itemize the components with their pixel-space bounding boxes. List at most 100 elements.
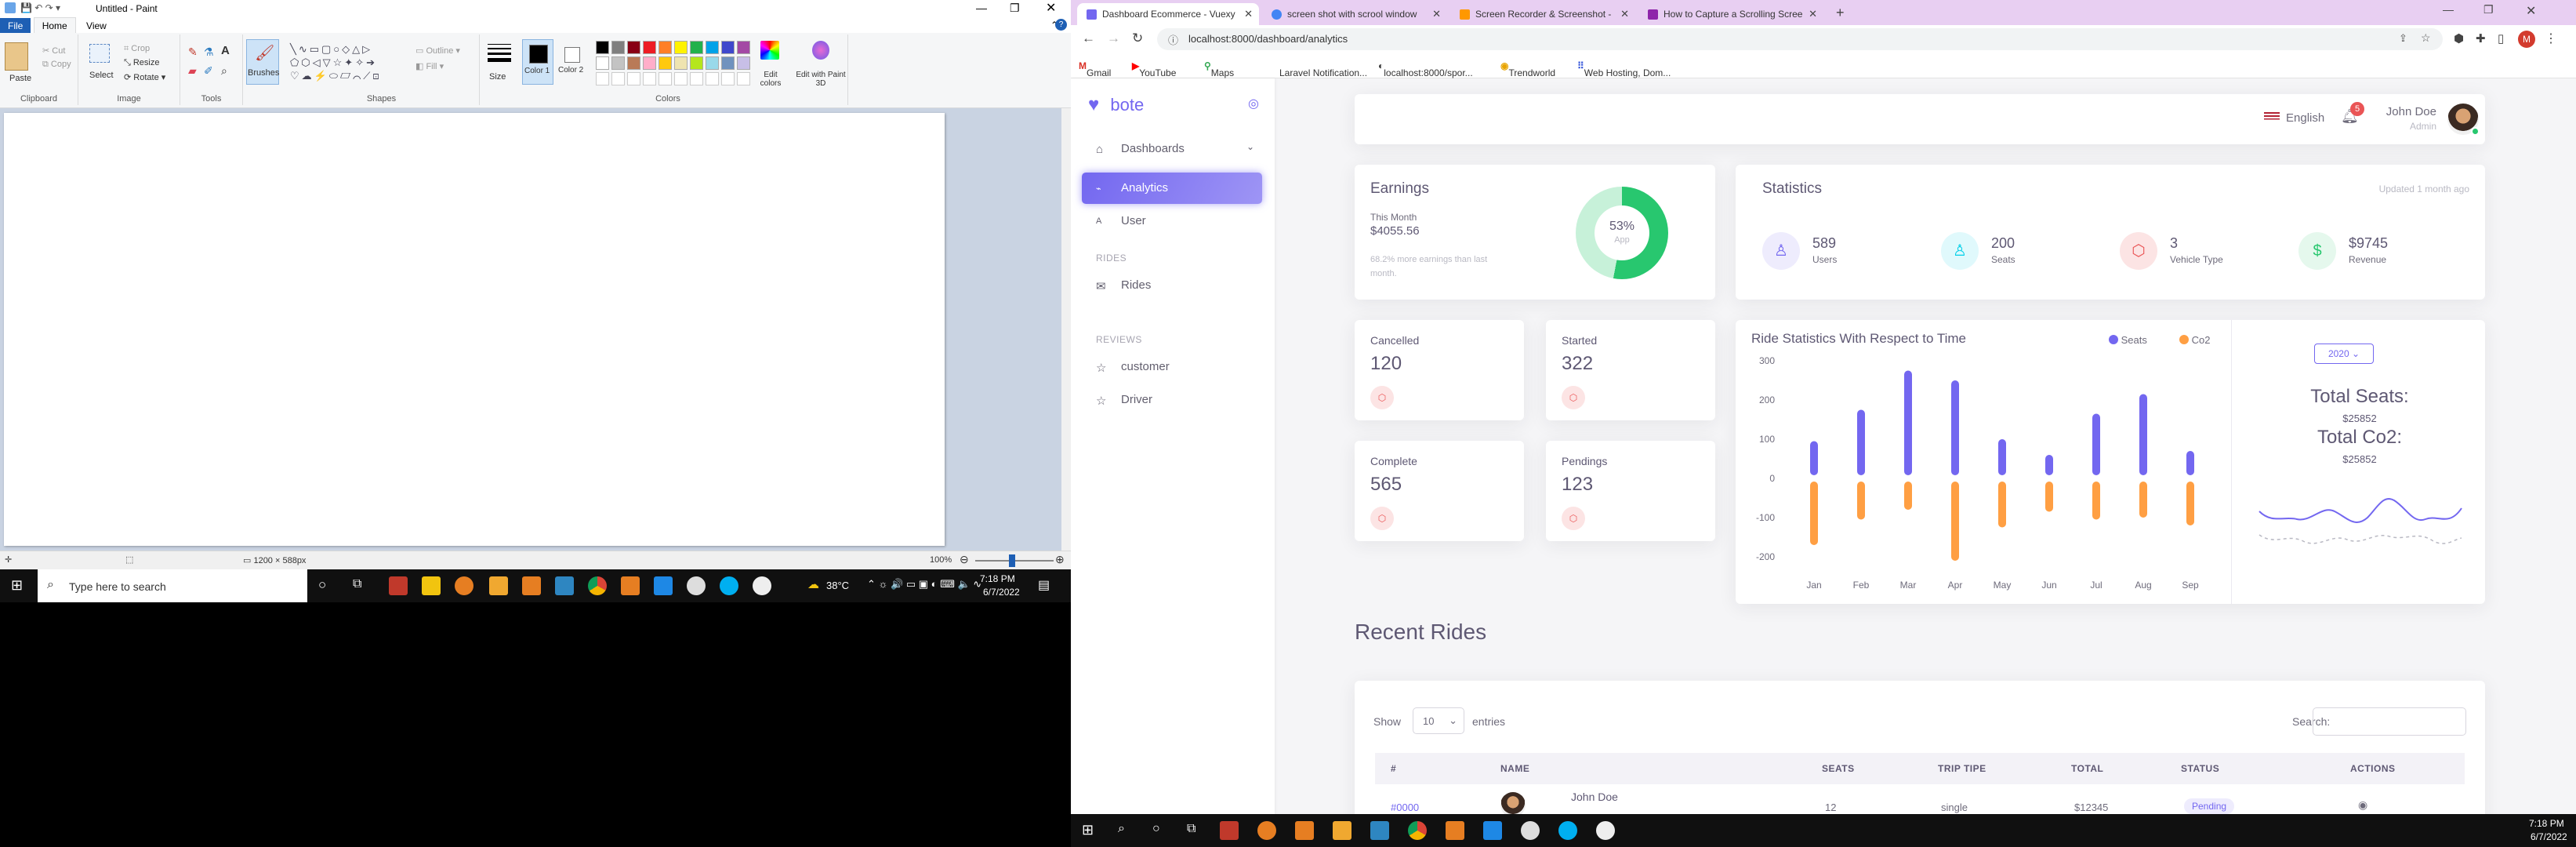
task-view-icon[interactable]: ⧉ (353, 577, 361, 591)
bookmark-youtube[interactable]: ▶ YouTube (1132, 60, 1176, 78)
paint-canvas[interactable] (4, 113, 945, 546)
brand-logo[interactable]: ♥ bote (1088, 94, 1144, 116)
palette-swatch[interactable] (721, 41, 735, 54)
quick-access-icons[interactable]: 💾 ↶ ↷ ▾ (20, 2, 60, 13)
copy-button[interactable]: ⧉ Copy (42, 60, 71, 70)
row-actions-icon[interactable]: ◉ (2358, 798, 2367, 812)
fill-button[interactable]: ◧ Fill ▾ (415, 61, 444, 71)
maximize-icon[interactable]: ❐ (1010, 2, 1020, 15)
language-select[interactable]: English (2286, 111, 2324, 125)
tab-close-icon[interactable]: ✕ (1244, 8, 1253, 20)
sublime-icon[interactable] (522, 576, 541, 595)
palette-swatch[interactable] (674, 41, 688, 54)
table-column-header[interactable]: # (1391, 763, 1396, 774)
tab-capture-scroll[interactable]: How to Capture a Scrolling Scree ✕ (1638, 3, 1823, 25)
reload-icon[interactable]: ↻ (1132, 31, 1143, 46)
chrome-menu-icon[interactable]: ⋮ (2545, 31, 2557, 46)
crop-button[interactable]: ⌗ Crop (124, 44, 150, 54)
paint-taskbar-icon[interactable] (687, 576, 706, 595)
search-icon[interactable]: ⌕ (1118, 822, 1125, 836)
palette-swatch[interactable] (596, 56, 609, 70)
table-column-header[interactable]: STATUS (2181, 763, 2219, 774)
pencil-icon[interactable]: ✎ (188, 45, 198, 59)
table-column-header[interactable]: NAME (1500, 763, 1529, 774)
palette-empty-slot[interactable] (721, 72, 735, 85)
paint3d-icon[interactable] (812, 41, 829, 60)
menu-view[interactable]: View (78, 18, 114, 34)
sidebar-toggle-icon[interactable]: ◎ (1248, 96, 1259, 111)
cortana-icon[interactable]: ○ (1152, 822, 1160, 836)
palette-swatch[interactable] (737, 56, 750, 70)
bookmark-maps[interactable]: ⚲ Maps (1204, 60, 1234, 78)
extensions-puzzle-icon[interactable]: ✚ (2476, 31, 2486, 45)
color2-button[interactable]: Color 2 (557, 39, 588, 85)
cut-button[interactable]: ✂ Cut (42, 45, 65, 56)
tab-dashboard[interactable]: Dashboard Ecommerce - Vuexy ✕ (1077, 3, 1259, 25)
paint-active-icon[interactable] (753, 576, 771, 595)
skype-icon[interactable] (720, 576, 738, 595)
eraser-icon[interactable]: ▰ (188, 64, 197, 78)
palette-empty-slot[interactable] (643, 72, 656, 85)
palette-empty-slot[interactable] (674, 72, 688, 85)
text-icon[interactable]: A (221, 44, 230, 57)
postman-icon[interactable] (1257, 821, 1276, 840)
sublime-icon[interactable] (1295, 821, 1314, 840)
sidebar-item-user[interactable]: A User (1082, 205, 1262, 237)
sublime-2-icon[interactable] (1446, 821, 1464, 840)
app-icon[interactable] (555, 576, 574, 595)
paint-taskbar-icon[interactable] (1521, 821, 1540, 840)
sticky-notes-icon[interactable] (422, 576, 441, 595)
palette-swatch[interactable] (659, 56, 672, 70)
entries-select[interactable]: 10 ⌄ (1413, 707, 1464, 734)
palette-swatch[interactable] (674, 56, 688, 70)
palette-swatch[interactable] (690, 56, 703, 70)
sidebar-item-driver[interactable]: ☆ Driver (1082, 384, 1262, 416)
palette-swatch[interactable] (659, 41, 672, 54)
fill-icon[interactable]: ⚗ (204, 45, 214, 59)
cortana-icon[interactable]: ○ (318, 577, 326, 593)
zoom-in-icon[interactable]: ⊕ (1055, 553, 1065, 566)
filezilla-icon[interactable] (1220, 821, 1239, 840)
notification-center-icon[interactable]: ▤ (1038, 577, 1050, 593)
palette-empty-slot[interactable] (706, 72, 719, 85)
windows-start-icon[interactable]: ⊞ (11, 577, 23, 594)
paste-button[interactable]: Paste (9, 74, 31, 83)
site-info-icon[interactable]: ⓘ (1168, 32, 1178, 47)
tab-close-icon[interactable]: ✕ (1620, 8, 1629, 20)
filezilla-icon[interactable] (389, 576, 408, 595)
row-id[interactable]: #0000 (1391, 802, 1419, 813)
sidebar-item-customer[interactable]: ☆ customer (1082, 351, 1262, 383)
edit-colors-button[interactable]: Edit colors (753, 71, 789, 88)
sidebar-item-analytics[interactable]: ⌁ Analytics (1082, 173, 1262, 204)
outline-button[interactable]: ▭ Outline ▾ (415, 45, 460, 56)
chrome-icon[interactable] (588, 576, 607, 595)
paint3d-button[interactable]: Edit with Paint 3D (793, 71, 848, 88)
task-view-icon[interactable]: ⧉ (1187, 822, 1195, 836)
bookmark-star-icon[interactable]: ☆ (2421, 31, 2431, 45)
chrome-icon[interactable] (1408, 821, 1427, 840)
tab-search[interactable]: screen shot with scrool window ✕ (1262, 3, 1447, 25)
table-search-input[interactable] (2313, 707, 2466, 736)
palette-empty-slot[interactable] (690, 72, 703, 85)
paste-icon[interactable] (5, 42, 28, 71)
magnifier-icon[interactable]: ⌕ (221, 64, 227, 78)
rotate-button[interactable]: ⟳ Rotate ▾ (124, 72, 165, 82)
palette-swatch[interactable] (643, 41, 656, 54)
tray-icons[interactable]: ⌃ ☼ 🔊 ▭ ▣ ◐ ⌨ 🔈 ∿ (867, 578, 981, 591)
color1-button[interactable]: Color 1 (522, 39, 553, 85)
shapes-gallery[interactable]: ╲∿▭▢○◇△▷ ⬠⬡◁▽☆✦✧➔ ♡☁⚡⬭▱⌒⟋⊡ (290, 42, 408, 86)
profile-avatar[interactable]: M (2518, 31, 2535, 48)
minimize-icon[interactable]: — (976, 2, 987, 14)
palette-swatch[interactable] (706, 56, 719, 70)
minimize-icon[interactable]: — (2443, 3, 2454, 16)
palette-swatch[interactable] (643, 56, 656, 70)
new-tab-icon[interactable]: + (1836, 5, 1845, 21)
address-bar[interactable]: ⓘ localhost:8000/dashboard/analytics ⇪ ☆ (1157, 28, 2443, 50)
palette-empty-slot[interactable] (611, 72, 625, 85)
table-column-header[interactable]: ACTIONS (2350, 763, 2396, 774)
close-icon[interactable]: ✕ (1046, 0, 1056, 16)
extension-icon[interactable]: ⬢ (2454, 31, 2464, 45)
paint-active-icon[interactable] (1596, 821, 1615, 840)
bookmark-trendworld[interactable]: ◉ Trendworld (1500, 60, 1555, 78)
vscode-icon[interactable] (1483, 821, 1502, 840)
